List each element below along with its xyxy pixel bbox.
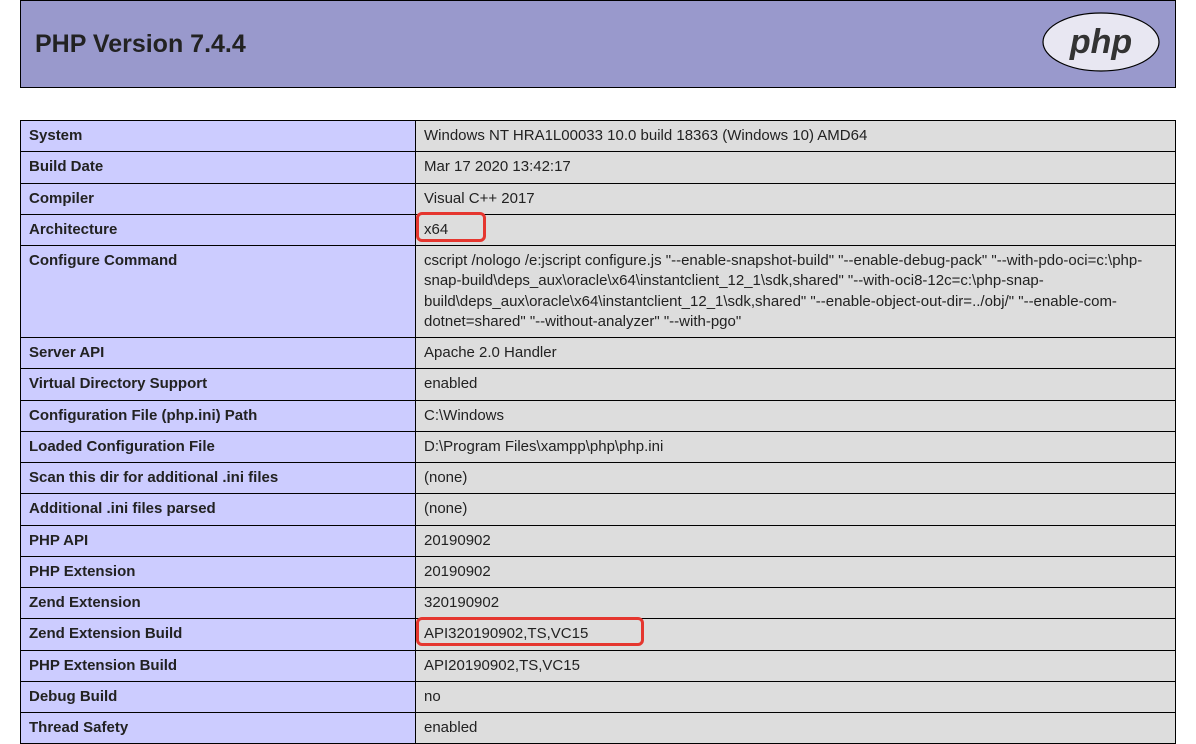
row-value: no xyxy=(416,681,1176,712)
table-row: Architecture x64 xyxy=(21,214,1176,245)
php-logo: php xyxy=(1041,11,1161,77)
svg-text:php: php xyxy=(1069,23,1132,61)
phpinfo-table: SystemWindows NT HRA1L00033 10.0 build 1… xyxy=(20,120,1176,744)
row-key: Configure Command xyxy=(21,246,416,338)
table-row: Zend Extension Build API320190902,TS,VC15 xyxy=(21,619,1176,650)
row-key: Thread Safety xyxy=(21,713,416,744)
table-row: Zend Extension320190902 xyxy=(21,588,1176,619)
table-row: Debug Buildno xyxy=(21,681,1176,712)
row-value: Visual C++ 2017 xyxy=(416,183,1176,214)
row-key: Scan this dir for additional .ini files xyxy=(21,463,416,494)
table-row: PHP API20190902 xyxy=(21,525,1176,556)
row-value: Mar 17 2020 13:42:17 xyxy=(416,152,1176,183)
row-value: D:\Program Files\xampp\php\php.ini xyxy=(416,431,1176,462)
page-title: PHP Version 7.4.4 xyxy=(35,30,246,59)
row-value: 20190902 xyxy=(416,525,1176,556)
table-row: Server APIApache 2.0 Handler xyxy=(21,338,1176,369)
table-row: Configure Commandcscript /nologo /e:jscr… xyxy=(21,246,1176,338)
table-row: SystemWindows NT HRA1L00033 10.0 build 1… xyxy=(21,121,1176,152)
row-value: (none) xyxy=(416,463,1176,494)
row-key: PHP Extension xyxy=(21,556,416,587)
row-value: API320190902,TS,VC15 xyxy=(416,619,1176,650)
row-key: Additional .ini files parsed xyxy=(21,494,416,525)
row-key: Architecture xyxy=(21,214,416,245)
phpinfo-page: PHP Version 7.4.4 php SystemWindows NT H… xyxy=(0,0,1196,744)
row-key: PHP Extension Build xyxy=(21,650,416,681)
table-row: PHP Extension BuildAPI20190902,TS,VC15 xyxy=(21,650,1176,681)
row-key: PHP API xyxy=(21,525,416,556)
row-value: API20190902,TS,VC15 xyxy=(416,650,1176,681)
row-value: 320190902 xyxy=(416,588,1176,619)
row-key: Loaded Configuration File xyxy=(21,431,416,462)
row-value: x64 xyxy=(416,214,1176,245)
table-row: Thread Safetyenabled xyxy=(21,713,1176,744)
table-row: Configuration File (php.ini) PathC:\Wind… xyxy=(21,400,1176,431)
phpinfo-header: PHP Version 7.4.4 php xyxy=(20,0,1176,88)
row-key: Debug Build xyxy=(21,681,416,712)
row-value: Apache 2.0 Handler xyxy=(416,338,1176,369)
row-key: Zend Extension xyxy=(21,588,416,619)
row-key: Virtual Directory Support xyxy=(21,369,416,400)
table-row: PHP Extension20190902 xyxy=(21,556,1176,587)
table-row: Build DateMar 17 2020 13:42:17 xyxy=(21,152,1176,183)
table-row: Virtual Directory Supportenabled xyxy=(21,369,1176,400)
row-value: enabled xyxy=(416,369,1176,400)
row-key: Build Date xyxy=(21,152,416,183)
row-value-text: API320190902,TS,VC15 xyxy=(424,625,588,642)
row-key: Compiler xyxy=(21,183,416,214)
table-row: Scan this dir for additional .ini files(… xyxy=(21,463,1176,494)
table-row: Additional .ini files parsed(none) xyxy=(21,494,1176,525)
row-value: Windows NT HRA1L00033 10.0 build 18363 (… xyxy=(416,121,1176,152)
row-key: Zend Extension Build xyxy=(21,619,416,650)
row-value: C:\Windows xyxy=(416,400,1176,431)
row-key: System xyxy=(21,121,416,152)
row-value: enabled xyxy=(416,713,1176,744)
table-row: Loaded Configuration FileD:\Program File… xyxy=(21,431,1176,462)
row-value: cscript /nologo /e:jscript configure.js … xyxy=(416,246,1176,338)
table-row: CompilerVisual C++ 2017 xyxy=(21,183,1176,214)
row-value: (none) xyxy=(416,494,1176,525)
row-value: 20190902 xyxy=(416,556,1176,587)
row-key: Configuration File (php.ini) Path xyxy=(21,400,416,431)
row-key: Server API xyxy=(21,338,416,369)
row-value-text: x64 xyxy=(424,221,448,238)
